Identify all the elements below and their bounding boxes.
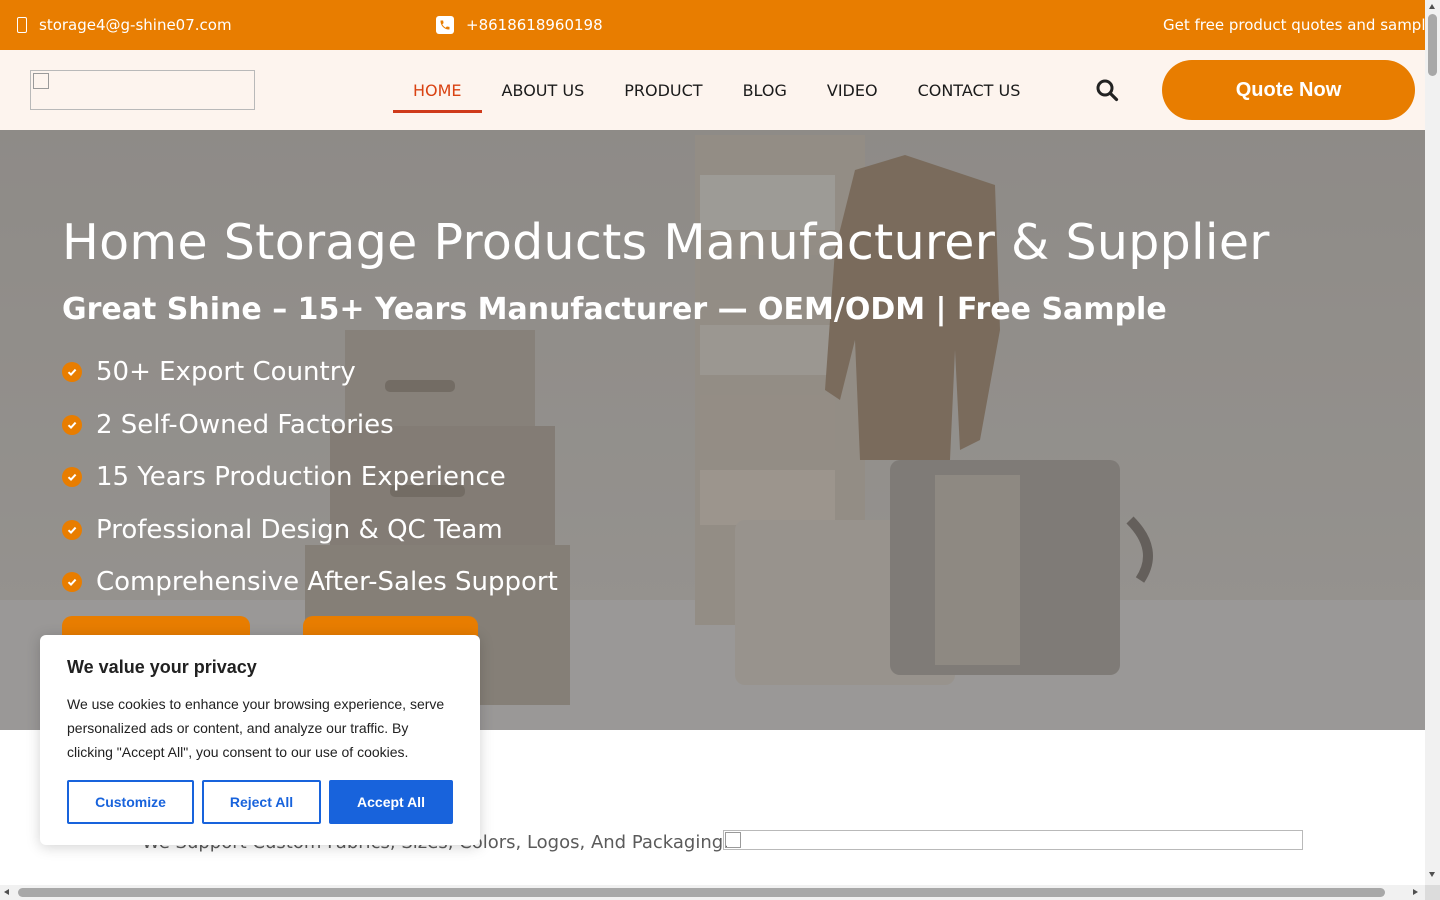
reject-all-button[interactable]: Reject All bbox=[202, 780, 321, 824]
nav-blog[interactable]: BLOG bbox=[723, 50, 807, 130]
nav-home[interactable]: HOME bbox=[393, 50, 482, 130]
feature-list: 50+ Export Country 2 Self-Owned Factorie… bbox=[62, 346, 558, 609]
mobile-icon bbox=[17, 17, 27, 33]
check-circle-icon bbox=[62, 572, 82, 593]
nav-contact-us[interactable]: CONTACT US bbox=[898, 50, 1041, 130]
check-circle-icon bbox=[62, 362, 82, 383]
feature-item: 50+ Export Country bbox=[62, 346, 558, 399]
nav-video[interactable]: VIDEO bbox=[807, 50, 898, 130]
cookie-message: We use cookies to enhance your browsing … bbox=[67, 696, 445, 760]
quote-now-button[interactable]: Quote Now bbox=[1162, 60, 1415, 120]
scroll-left-arrow-icon[interactable] bbox=[4, 889, 9, 895]
cookie-title: We value your privacy bbox=[67, 657, 257, 677]
vertical-scrollbar[interactable] bbox=[1425, 0, 1440, 885]
feature-text: 2 Self-Owned Factories bbox=[96, 409, 394, 440]
phone-square-icon bbox=[436, 16, 454, 34]
promo-text: Get free product quotes and samples bbox=[1163, 16, 1425, 34]
feature-item: 15 Years Production Experience bbox=[62, 451, 558, 504]
nav-product[interactable]: PRODUCT bbox=[604, 50, 722, 130]
section-image bbox=[723, 830, 1303, 850]
search-icon[interactable] bbox=[1095, 78, 1119, 102]
email-text: storage4@g-shine07.com bbox=[39, 16, 232, 34]
feature-item: Comprehensive After-Sales Support bbox=[62, 556, 558, 609]
vertical-scroll-thumb[interactable] bbox=[1428, 14, 1437, 76]
cookie-buttons: Customize Reject All Accept All bbox=[67, 780, 453, 824]
cookie-consent-banner: We value your privacy We use cookies to … bbox=[40, 635, 480, 845]
check-circle-icon bbox=[62, 519, 82, 540]
check-circle-icon bbox=[62, 414, 82, 435]
customize-button[interactable]: Customize bbox=[67, 780, 194, 824]
check-circle-icon bbox=[62, 467, 82, 488]
logo-image[interactable] bbox=[30, 70, 255, 110]
scroll-right-arrow-icon[interactable] bbox=[1413, 889, 1418, 895]
feature-text: Comprehensive After-Sales Support bbox=[96, 567, 558, 598]
scroll-down-arrow-icon[interactable] bbox=[1429, 872, 1435, 877]
hero-subtitle: Great Shine – 15+ Years Manufacturer — O… bbox=[62, 292, 1167, 327]
phone-text: +8618618960198 bbox=[466, 16, 603, 34]
scroll-up-arrow-icon[interactable] bbox=[1429, 4, 1435, 9]
horizontal-scrollbar[interactable] bbox=[0, 885, 1425, 900]
page: storage4@g-shine07.com +8618618960198 Ge… bbox=[0, 0, 1440, 900]
top-email[interactable]: storage4@g-shine07.com bbox=[16, 0, 232, 50]
horizontal-scroll-thumb[interactable] bbox=[18, 888, 1385, 897]
top-promo: Get free product quotes and samples bbox=[1163, 0, 1425, 50]
feature-item: 2 Self-Owned Factories bbox=[62, 399, 558, 452]
scrollbar-corner bbox=[1425, 885, 1440, 900]
nav-about-us[interactable]: ABOUT US bbox=[482, 50, 605, 130]
top-phone[interactable]: +8618618960198 bbox=[436, 0, 603, 50]
feature-item: Professional Design & QC Team bbox=[62, 504, 558, 557]
hero-title: Home Storage Products Manufacturer & Sup… bbox=[62, 214, 1270, 271]
main-nav: HOME ABOUT US PRODUCT BLOG VIDEO CONTACT… bbox=[393, 50, 1040, 130]
feature-text: 50+ Export Country bbox=[96, 357, 356, 388]
feature-text: Professional Design & QC Team bbox=[96, 514, 503, 545]
broken-image-icon bbox=[33, 73, 49, 89]
feature-text: 15 Years Production Experience bbox=[96, 462, 506, 493]
top-bar: storage4@g-shine07.com +8618618960198 Ge… bbox=[0, 0, 1425, 50]
broken-image-icon bbox=[725, 832, 741, 848]
accept-all-button[interactable]: Accept All bbox=[329, 780, 453, 824]
site-header: HOME ABOUT US PRODUCT BLOG VIDEO CONTACT… bbox=[0, 50, 1425, 130]
